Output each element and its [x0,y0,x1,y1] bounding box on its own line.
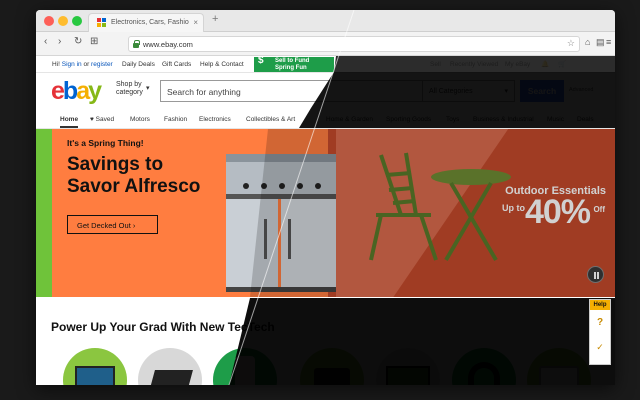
hero-headline: Savings to Savor Alfresco [67,154,201,197]
title-bar: Electronics, Cars, Fashio × + [36,10,615,32]
category-select[interactable]: All Categories ▾ [423,80,515,102]
question-icon[interactable]: ? [590,317,610,328]
menu-icon[interactable]: ≡ [606,37,611,47]
my-ebay-link[interactable]: My eBay [505,61,530,68]
tab-ebay[interactable]: Electronics, Cars, Fashio × [88,13,204,32]
nav-business[interactable]: Business & Industrial [473,116,534,123]
nav-deals[interactable]: Deals [577,116,594,123]
register-link[interactable]: register [91,61,113,68]
header: ebay Shop by category ▾ Search for anyth… [36,73,615,109]
ebay-logo[interactable]: ebay [51,77,102,106]
close-window-button[interactable] [44,16,54,26]
product-laptop[interactable] [63,348,127,385]
product-phone-case[interactable] [213,348,277,385]
ebay-favicon-icon [97,18,106,27]
grill-image [226,154,336,292]
product-tv[interactable] [376,348,440,385]
reload-button[interactable]: ↻ [74,36,82,47]
nav-fashion[interactable]: Fashion [164,116,187,123]
chevron-down-icon: ▾ [504,88,508,95]
nav-sporting-goods[interactable]: Sporting Goods [386,116,431,123]
search-button[interactable]: Search [520,80,564,102]
nav-toys[interactable]: Toys [446,116,459,123]
category-nav: Home ♥ Saved Motors Fashion Electronics … [36,109,615,129]
arrow-right-icon: → [317,323,326,332]
section-title: Power Up Your Grad With New TecTech [51,320,275,334]
grad-tech-section: Power Up Your Grad With New TecTech See … [36,297,615,385]
back-button[interactable]: ‹ [44,36,47,47]
hero-banner[interactable]: It's a Spring Thing! Savings to Savor Al… [36,129,615,297]
hero-green-strip [36,129,52,297]
recently-viewed-link[interactable]: Recently Viewed [450,61,498,68]
nav-electronics[interactable]: Electronics [199,116,231,123]
tab-close-icon[interactable]: × [193,18,198,27]
product-chromebook[interactable] [138,348,202,385]
url-text: www.ebay.com [143,40,193,49]
ebay-page: Hi! Sign in or register Daily Deals Gift… [36,56,615,385]
daily-deals-link[interactable]: Daily Deals [122,61,155,68]
address-toolbar: ‹ › ↻ ⊞ www.ebay.com ☆ ⌂ ▤ ≡ [36,32,615,56]
search-input[interactable]: Search for anything [160,80,423,102]
patio-table-image [431,169,511,262]
nav-motors[interactable]: Motors [130,116,150,123]
nav-saved[interactable]: ♥ Saved [90,116,114,123]
notification-bell-icon[interactable]: 🔔 [541,60,549,68]
lock-icon [133,40,140,48]
nav-home[interactable]: Home [60,116,79,128]
hero-kicker: It's a Spring Thing! [67,138,144,148]
reader-icon[interactable]: ▤ [596,37,605,48]
carousel-pause-button[interactable] [587,266,604,283]
utility-bar: Hi! Sign in or register Daily Deals Gift… [36,56,615,73]
greeting: Hi! Sign in or register [52,61,113,68]
apps-grid-icon[interactable]: ⊞ [90,36,98,47]
share-icon[interactable]: ⌂ [585,37,590,47]
bookmark-star-icon[interactable]: ☆ [567,38,575,49]
minimize-window-button[interactable] [58,16,68,26]
url-bar[interactable]: www.ebay.com ☆ [128,36,580,52]
chevron-down-icon: ▾ [146,85,150,92]
new-tab-button[interactable]: + [212,13,218,25]
advanced-search-link[interactable]: Advanced [569,87,593,93]
shop-by-category-button[interactable]: Shop by category ▾ [116,81,150,97]
sell-link[interactable]: Sell [430,61,441,68]
help-contact-link[interactable]: Help & Contact [200,61,244,68]
browser-window: Electronics, Cars, Fashio × + ‹ › ↻ ⊞ ww… [36,10,615,385]
help-widget[interactable]: Help ? ✓ [589,299,611,365]
stage: Electronics, Cars, Fashio × + ‹ › ↻ ⊞ ww… [0,0,640,400]
nav-collectibles[interactable]: Collectibles & Art [246,116,295,123]
cart-icon[interactable]: 🛒 [558,60,566,68]
dollar-icon: $ [258,56,264,66]
zoom-window-button[interactable] [72,16,82,26]
forward-button[interactable]: › [58,36,61,47]
get-decked-out-button[interactable]: Get Decked Out › [67,215,158,234]
sell-to-fund-banner[interactable]: $ Sell to Fund Spring Fun [254,56,334,72]
see-all-link[interactable]: See All → [290,323,325,332]
product-smart-display[interactable] [527,348,591,385]
product-headphones[interactable] [452,348,516,385]
sign-in-link[interactable]: Sign in [62,61,82,68]
tab-title: Electronics, Cars, Fashio [111,19,189,26]
product-camera[interactable] [300,348,364,385]
nav-music[interactable]: Music [547,116,564,123]
gift-cards-link[interactable]: Gift Cards [162,61,191,68]
check-icon[interactable]: ✓ [590,342,610,353]
nav-home-garden[interactable]: Home & Garden [326,116,373,123]
